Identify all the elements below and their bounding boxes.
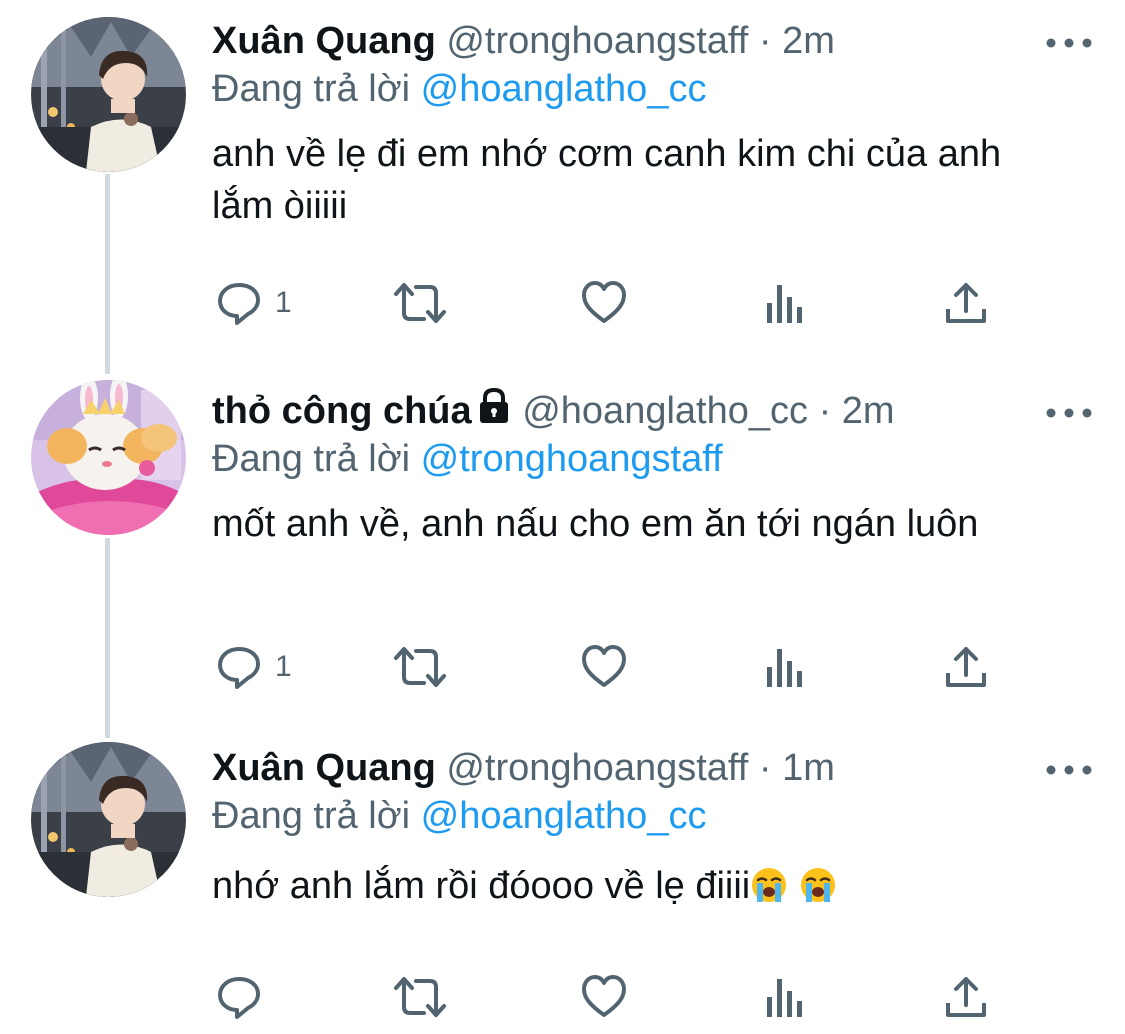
display-name[interactable]: Xuân Quang [212,20,436,62]
tweet-header: Xuân Quang @tronghoangstaff · 1m [212,744,1097,792]
bar-chart-icon [767,649,802,687]
analytics-button[interactable] [765,642,805,692]
tweet-header: thỏ công chúa @hoanglatho_cc · 2m [212,387,1097,435]
replying-to-line: Đang trả lời @hoanglatho_cc [212,65,1097,113]
mention-link[interactable]: @hoanglatho_cc [421,68,707,110]
bunny-princess-icon [31,380,186,535]
more-options-button[interactable] [1041,401,1097,425]
separator-dot: · [818,390,832,432]
tweet[interactable]: Xuân Quang @tronghoangstaff · 1m Đang tr… [0,727,1125,1034]
reply-count: 1 [275,286,292,319]
share-upload-icon [946,283,986,323]
retweet-arrows-icon [394,977,446,1017]
analytics-button[interactable] [765,972,805,1022]
display-name[interactable]: Xuân Quang [212,747,436,789]
tweet[interactable]: thỏ công chúa @hoanglatho_cc · 2m Đang t… [0,370,1125,740]
tweet-time[interactable]: 1m [782,747,835,789]
bar-chart-icon [767,979,802,1017]
separator-dot: · [758,747,772,789]
share-button[interactable] [944,642,988,692]
share-button[interactable] [944,972,988,1022]
tweet-text: anh về lẹ đi em nhớ cơm canh kim chi của… [212,133,1002,227]
tweet-actions: 1 [212,278,1002,328]
retweet-arrows-icon [394,647,446,687]
user-handle[interactable]: @tronghoangstaff [446,747,748,789]
like-button[interactable] [580,642,628,692]
lock-icon [479,387,508,423]
mention-link[interactable]: @tronghoangstaff [421,438,723,480]
more-options-button[interactable] [1041,31,1097,55]
user-avatar[interactable] [31,17,186,172]
reply-button[interactable]: 1 [215,278,292,328]
three-dots-icon [1046,765,1092,775]
separator-dot: · [758,20,772,62]
loudly-crying-face-icon [752,868,787,902]
speech-bubble-icon [218,647,260,689]
reply-button[interactable] [215,972,275,1022]
user-avatar[interactable] [31,742,186,897]
tweet-time[interactable]: 2m [842,390,895,432]
tweet-header: Xuân Quang @tronghoangstaff · 2m [212,17,1097,65]
like-button[interactable] [580,972,628,1022]
reply-button[interactable]: 1 [215,642,292,692]
heart-outline-icon [582,281,626,323]
replying-to-line: Đang trả lời @hoanglatho_cc [212,792,1097,840]
user-avatar[interactable] [31,380,186,535]
retweet-button[interactable] [392,972,448,1022]
replying-to-label: Đang trả lời [212,438,411,480]
reply-count: 1 [275,650,292,683]
retweet-button[interactable] [392,278,448,328]
tweet-time[interactable]: 2m [782,20,835,62]
display-name[interactable]: thỏ công chúa [212,390,472,432]
heart-outline-icon [582,975,626,1017]
three-dots-icon [1046,38,1092,48]
three-dots-icon [1046,408,1092,418]
share-upload-icon [946,977,986,1017]
share-button[interactable] [944,278,988,328]
tweet-text-content: nhớ anh lắm rồi đóooo về lẹ điiii [212,865,751,907]
heart-outline-icon [582,645,626,687]
profile-photo-icon [31,17,186,172]
retweet-arrows-icon [394,283,446,323]
analytics-button[interactable] [765,278,805,328]
tweet-actions: 1 [212,642,1002,692]
more-options-button[interactable] [1041,758,1097,782]
replying-to-label: Đang trả lời [212,68,411,110]
mention-link[interactable]: @hoanglatho_cc [421,795,707,837]
bar-chart-icon [767,285,802,323]
speech-bubble-icon [218,977,260,1019]
like-button[interactable] [580,278,628,328]
tweet-actions [212,972,1002,1022]
retweet-button[interactable] [392,642,448,692]
replying-to-label: Đang trả lời [212,795,411,837]
user-handle[interactable]: @hoanglatho_cc [522,390,808,432]
profile-photo-icon [31,742,186,897]
replying-to-line: Đang trả lời @tronghoangstaff [212,435,1097,483]
speech-bubble-icon [218,283,260,325]
tweet[interactable]: Xuân Quang @tronghoangstaff · 2m Đang tr… [0,0,1125,370]
user-handle[interactable]: @tronghoangstaff [446,20,748,62]
tweet-text: mốt anh về, anh nấu cho em ăn tới ngán l… [212,503,979,545]
share-upload-icon [946,647,986,687]
tweet-text: nhớ anh lắm rồi đóooo về lẹ điiii [212,860,1072,912]
loudly-crying-face-icon [800,868,835,902]
